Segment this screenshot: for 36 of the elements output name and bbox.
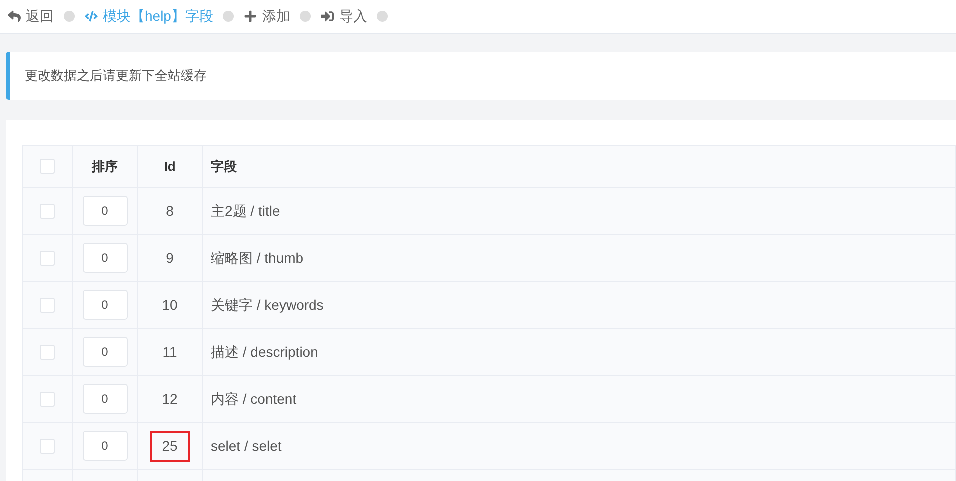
order-input[interactable]: 0 (82, 384, 128, 414)
order-input[interactable]: 0 (82, 337, 128, 367)
order-input[interactable]: 0 (82, 290, 128, 320)
id-cell: 25 (150, 430, 190, 462)
column-header: 字段 (210, 158, 238, 176)
id-cell-text: 9 (165, 248, 175, 268)
field-cell-text: 主2题 / title (210, 202, 282, 220)
id-cell-text: 10 (161, 296, 179, 314)
column-header: Id (138, 146, 203, 187)
checkbox[interactable] (40, 392, 55, 406)
nav-link[interactable]: 返回 (8, 6, 54, 27)
checkbox[interactable] (40, 438, 55, 454)
nav-link[interactable]: 导入 (321, 6, 368, 27)
field-cell-text: 内容 / content (210, 390, 298, 408)
field-cell-text: selet / selet (210, 436, 283, 456)
order-input[interactable]: 0 (82, 431, 128, 461)
checkbox[interactable] (40, 159, 55, 174)
id-cell-text: 11 (162, 342, 178, 362)
code-icon (85, 10, 98, 23)
order-input[interactable]: 0 (82, 243, 128, 273)
field-cell-text: 关键字 / keywords (210, 296, 325, 315)
field-cell-text: 缩略图 / thumb (210, 248, 305, 268)
checkbox[interactable] (40, 204, 55, 218)
field-cell-text: 描述 / description (210, 342, 320, 362)
notice-bar: 更改数据之后请更新下全站缓存 (6, 52, 956, 100)
id-cell-text: 8 (165, 202, 175, 220)
sign-in-icon (321, 10, 334, 23)
order-input[interactable]: 0 (82, 196, 128, 226)
id-cell-text: 12 (161, 390, 179, 408)
nav-link[interactable]: 添加 (244, 6, 290, 27)
checkbox[interactable] (40, 298, 55, 312)
reply-arrow-icon (8, 10, 21, 23)
checkbox[interactable] (40, 250, 55, 266)
checkbox[interactable] (40, 344, 55, 360)
plus-icon (244, 10, 258, 23)
column-header: 排序 (73, 146, 138, 187)
